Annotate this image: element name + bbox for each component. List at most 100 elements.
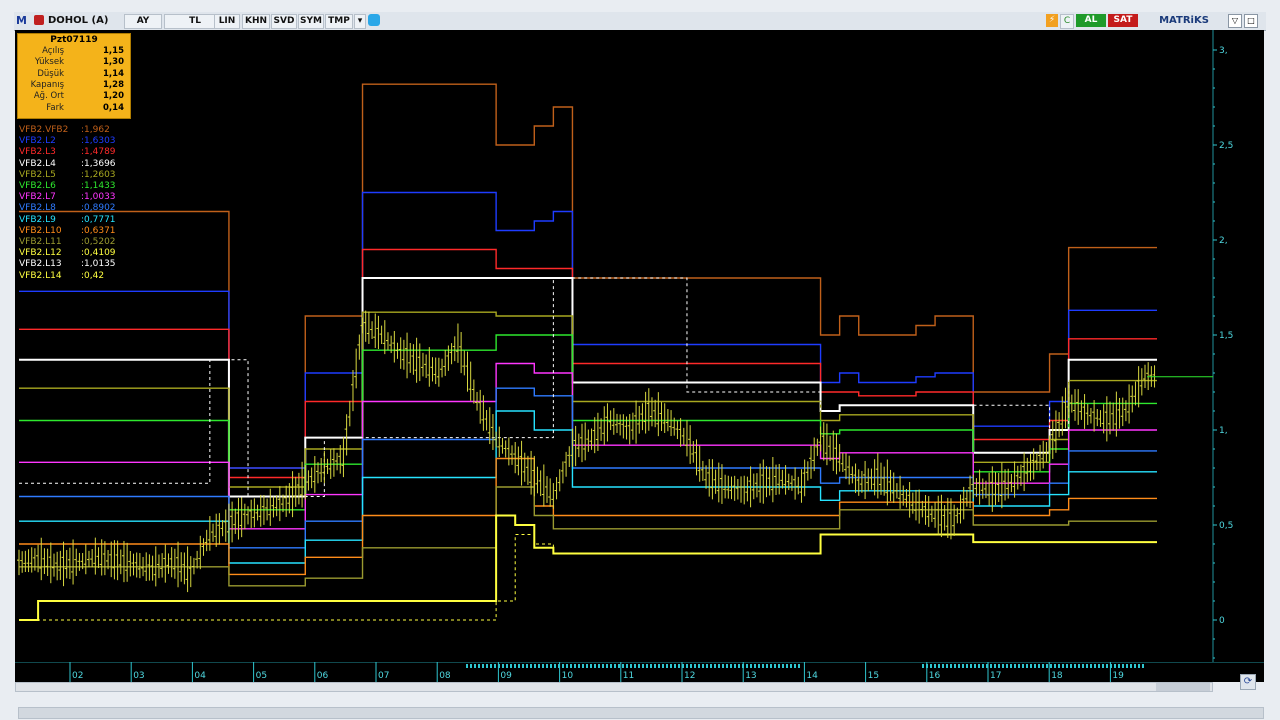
infobox-label: Açılış xyxy=(42,46,64,56)
x-density-mark xyxy=(470,664,472,668)
x-density-mark xyxy=(650,664,652,668)
x-density-mark xyxy=(990,664,992,668)
x-density-mark xyxy=(1090,664,1092,668)
x-density-mark xyxy=(1122,664,1124,668)
x-density-mark xyxy=(926,664,928,668)
x-density-mark xyxy=(938,664,940,668)
y-tick-label: 1,5 xyxy=(1219,331,1233,341)
scroll-thumb[interactable] xyxy=(1156,683,1210,691)
x-density-mark xyxy=(646,664,648,668)
x-density-mark xyxy=(1074,664,1076,668)
legend-entry[interactable]: VFB2.L10:0,6371 xyxy=(19,226,116,237)
twitter-icon[interactable] xyxy=(368,14,380,26)
x-density-mark xyxy=(642,664,644,668)
lin-button[interactable]: LIN xyxy=(214,14,240,29)
legend-entry[interactable]: VFB2.L3:1,4789 xyxy=(19,147,116,158)
legend-value: :1,0135 xyxy=(81,259,116,270)
infobox-row: Düşük 1,14 xyxy=(18,69,130,80)
x-density-mark xyxy=(658,664,660,668)
x-density-mark xyxy=(742,664,744,668)
legend-entry[interactable]: VFB2.L9:0,7771 xyxy=(19,215,116,226)
x-density-mark xyxy=(798,664,800,668)
x-density-mark xyxy=(466,664,468,668)
legend-name: VFB2.L7 xyxy=(19,192,56,203)
legend-entry[interactable]: VFB2.L11:0,5202 xyxy=(19,237,116,248)
x-density-mark xyxy=(1118,664,1120,668)
infobox-label: Fark xyxy=(46,102,64,113)
restore-icon[interactable]: □ xyxy=(1244,14,1258,28)
legend-name: VFB2.L12 xyxy=(19,248,62,259)
legend-entry[interactable]: VFB2.L2:1,6303 xyxy=(19,136,116,147)
legend-name: VFB2.L5 xyxy=(19,169,56,180)
legend-entry[interactable]: VFB2.VFB2:1,962 xyxy=(19,125,110,136)
band-line xyxy=(19,277,1157,498)
symbol-label[interactable]: DOHOL (A) xyxy=(48,14,108,28)
legend-entry[interactable]: VFB2.L12:0,4109 xyxy=(19,248,116,259)
x-density-mark xyxy=(1134,664,1136,668)
x-tick-label: 15 xyxy=(868,671,879,681)
x-density-mark xyxy=(1042,664,1044,668)
legend-name: VFB2.L6 xyxy=(19,181,56,191)
tmp-button[interactable]: TMP xyxy=(325,14,353,29)
x-density-mark xyxy=(1106,664,1108,668)
bottom-scroll-track[interactable] xyxy=(18,707,1264,719)
svd-button[interactable]: SVD xyxy=(271,14,297,29)
x-density-mark xyxy=(682,664,684,668)
legend-entry[interactable]: VFB2.L8:0,8902 xyxy=(19,203,116,214)
x-density-mark xyxy=(718,664,720,668)
x-density-mark xyxy=(674,664,676,668)
legend-entry[interactable]: VFB2.L6 :1,1433 xyxy=(19,181,116,192)
legend-entry[interactable]: VFB2.L4:1,3696 xyxy=(19,159,116,170)
legend-value: :1,1433 xyxy=(81,181,116,191)
x-density-mark xyxy=(518,664,520,668)
chart-svg[interactable]: 3, 2,5 2, 1,5 1, 0,5 0 xyxy=(15,30,1264,662)
legend-value: :1,962 xyxy=(81,125,110,135)
legend-value: :0,6371 xyxy=(81,225,116,236)
period-button[interactable]: AY xyxy=(124,14,162,29)
minimize-icon[interactable]: ▽ xyxy=(1228,14,1242,28)
x-density-mark xyxy=(666,664,668,668)
x-tick-label: 19 xyxy=(1112,671,1124,681)
dropdown-icon[interactable]: ▾ xyxy=(354,14,366,29)
refresh-icon[interactable]: C xyxy=(1060,14,1074,29)
legend-entry[interactable]: VFB2.L7:1,0033 xyxy=(19,192,116,203)
x-density-mark xyxy=(494,664,496,668)
x-density-mark xyxy=(574,664,576,668)
matriks-m-icon[interactable]: M xyxy=(16,14,27,27)
x-density-mark xyxy=(514,664,516,668)
chart-plot-area[interactable]: 3, 2,5 2, 1,5 1, 0,5 0 xyxy=(15,30,1264,662)
x-density-mark xyxy=(714,664,716,668)
x-density-mark xyxy=(958,664,960,668)
horizontal-scrollbar[interactable] xyxy=(15,682,1213,692)
legend-entry[interactable]: VFB2.L13:1,0135 xyxy=(19,259,116,270)
x-density-mark xyxy=(1062,664,1064,668)
band-line xyxy=(19,387,1157,549)
infobox-row: Kapanış 1,28 xyxy=(18,80,130,91)
infobox-title: Pzt07119 xyxy=(50,35,98,45)
x-density-mark xyxy=(726,664,728,668)
x-tick-label: 03 xyxy=(133,671,144,681)
x-density-mark xyxy=(922,664,924,668)
x-density-mark xyxy=(570,664,572,668)
x-density-mark xyxy=(778,664,780,668)
x-tick-label: 05 xyxy=(256,671,267,681)
legend-value: :0,42 xyxy=(81,270,105,281)
x-density-mark xyxy=(1030,664,1032,668)
x-density-mark xyxy=(1034,664,1036,668)
x-density-mark xyxy=(762,664,764,668)
x-density-mark xyxy=(618,664,620,668)
legend-entry[interactable]: VFB2.L5:1,2603 xyxy=(19,170,116,181)
sync-icon[interactable]: ⟳ xyxy=(1240,674,1256,690)
x-density-mark xyxy=(710,664,712,668)
chart-type-icon[interactable] xyxy=(34,15,44,25)
lightning-icon[interactable]: ⚡ xyxy=(1046,14,1058,27)
sym-button[interactable]: SYM xyxy=(298,14,324,29)
infobox-value: 1,15 xyxy=(103,46,124,56)
x-density-mark xyxy=(1038,664,1040,668)
sell-button[interactable]: SAT xyxy=(1108,14,1138,27)
buy-button[interactable]: AL xyxy=(1076,14,1106,27)
bottom-scrollbar[interactable] xyxy=(0,704,1280,720)
x-density-mark xyxy=(750,664,752,668)
khn-button[interactable]: KHN xyxy=(242,14,270,29)
legend-entry[interactable]: VFB2.L14:0,42 xyxy=(19,271,104,282)
